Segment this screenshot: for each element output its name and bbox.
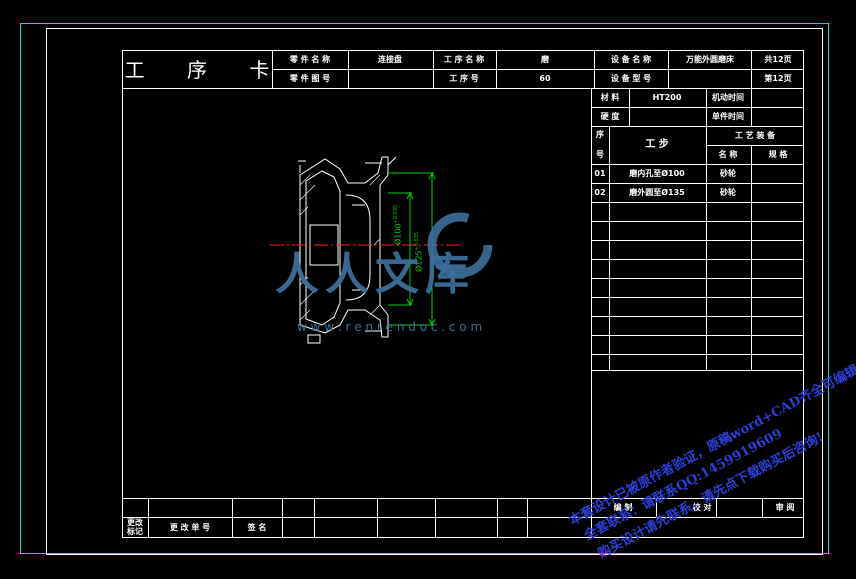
header-col — [433, 50, 434, 88]
row-line — [591, 259, 804, 260]
row-line — [591, 297, 804, 298]
header-mid-line — [272, 69, 804, 70]
header-col — [348, 50, 349, 88]
footer-col — [314, 498, 315, 538]
sign-label: 签 名 — [247, 523, 267, 532]
footer-col — [148, 498, 149, 538]
footer-col — [377, 498, 378, 538]
equipment-name-header: 名 称 — [718, 150, 738, 159]
header-col — [594, 50, 595, 88]
review-label: 审 阅 — [775, 503, 795, 512]
step-header: 工 步 — [645, 139, 669, 150]
row-line — [591, 107, 804, 108]
step-tool: 砂轮 — [720, 188, 736, 197]
footer-col — [435, 498, 436, 538]
row-line — [591, 183, 804, 184]
equipment-model-label: 设 备 型 号 — [610, 74, 652, 83]
process-name-label: 工 序 名 称 — [443, 55, 485, 64]
equipment-spec-header: 规 格 — [768, 150, 788, 159]
hardness-label: 硬 度 — [600, 112, 620, 121]
equipment-header: 工 艺 装 备 — [734, 131, 776, 140]
row-line — [591, 335, 804, 336]
row-line — [591, 221, 804, 222]
equipment-name-value: 万能外圆磨床 — [686, 55, 734, 64]
part-drawing-label: 零 件 图 号 — [289, 74, 331, 83]
change-doc-label: 更 改 单 号 — [169, 523, 211, 532]
marks-label-2: 标记 — [127, 527, 143, 536]
card-title: 工 序 卡 — [124, 58, 288, 82]
step-no: 01 — [594, 169, 606, 178]
step-desc: 磨外圆至Ø135 — [629, 188, 685, 197]
footer-line — [122, 517, 804, 518]
material-label: 材 料 — [600, 93, 620, 102]
machine-time-label: 机动时间 — [712, 93, 744, 102]
footer-col — [497, 498, 498, 538]
seq-label-1: 序 — [596, 130, 604, 139]
row-line — [591, 240, 804, 241]
row-line — [591, 278, 804, 279]
equip-col — [706, 88, 707, 370]
header-col — [496, 50, 497, 88]
row-line — [591, 354, 804, 355]
footer-col — [527, 498, 528, 538]
part-name-label: 零 件 名 称 — [289, 55, 331, 64]
row-line — [591, 370, 804, 371]
watermark-brand: 人人文库 — [275, 249, 475, 300]
row-line — [591, 126, 804, 127]
step-no: 02 — [594, 188, 606, 197]
spec-col — [751, 145, 752, 370]
footer-col — [282, 498, 283, 538]
part-name-value: 连接盘 — [378, 55, 402, 64]
header-bottom-line — [122, 88, 804, 89]
footer-col — [232, 498, 233, 538]
header-col — [668, 50, 669, 88]
page-number: 第12页 — [764, 74, 792, 83]
process-no-value: 60 — [539, 74, 551, 83]
process-no-label: 工 序 号 — [449, 74, 479, 83]
seq-col — [609, 126, 610, 370]
right-table-left — [591, 88, 592, 498]
total-pages: 共12页 — [764, 55, 792, 64]
step-desc: 磨内孔至Ø100 — [629, 169, 685, 178]
watermark-url: w w w . r e n r e n d o c . c o m — [297, 320, 483, 334]
seq-label-2: 号 — [596, 150, 604, 159]
row-line — [591, 202, 804, 203]
watermark: 人人文库 w w w . r e n r e n d o c . c o m — [275, 210, 565, 340]
material-value: HT200 — [652, 93, 682, 102]
footer-col — [762, 498, 763, 517]
header-col — [751, 50, 752, 88]
row-line — [591, 316, 804, 317]
row-line — [591, 164, 804, 165]
process-name-value: 磨 — [541, 55, 549, 64]
equipment-name-label: 设 备 名 称 — [610, 55, 652, 64]
row-line — [706, 145, 804, 146]
piece-time-label: 单件时间 — [712, 112, 744, 121]
step-tool: 砂轮 — [720, 169, 736, 178]
